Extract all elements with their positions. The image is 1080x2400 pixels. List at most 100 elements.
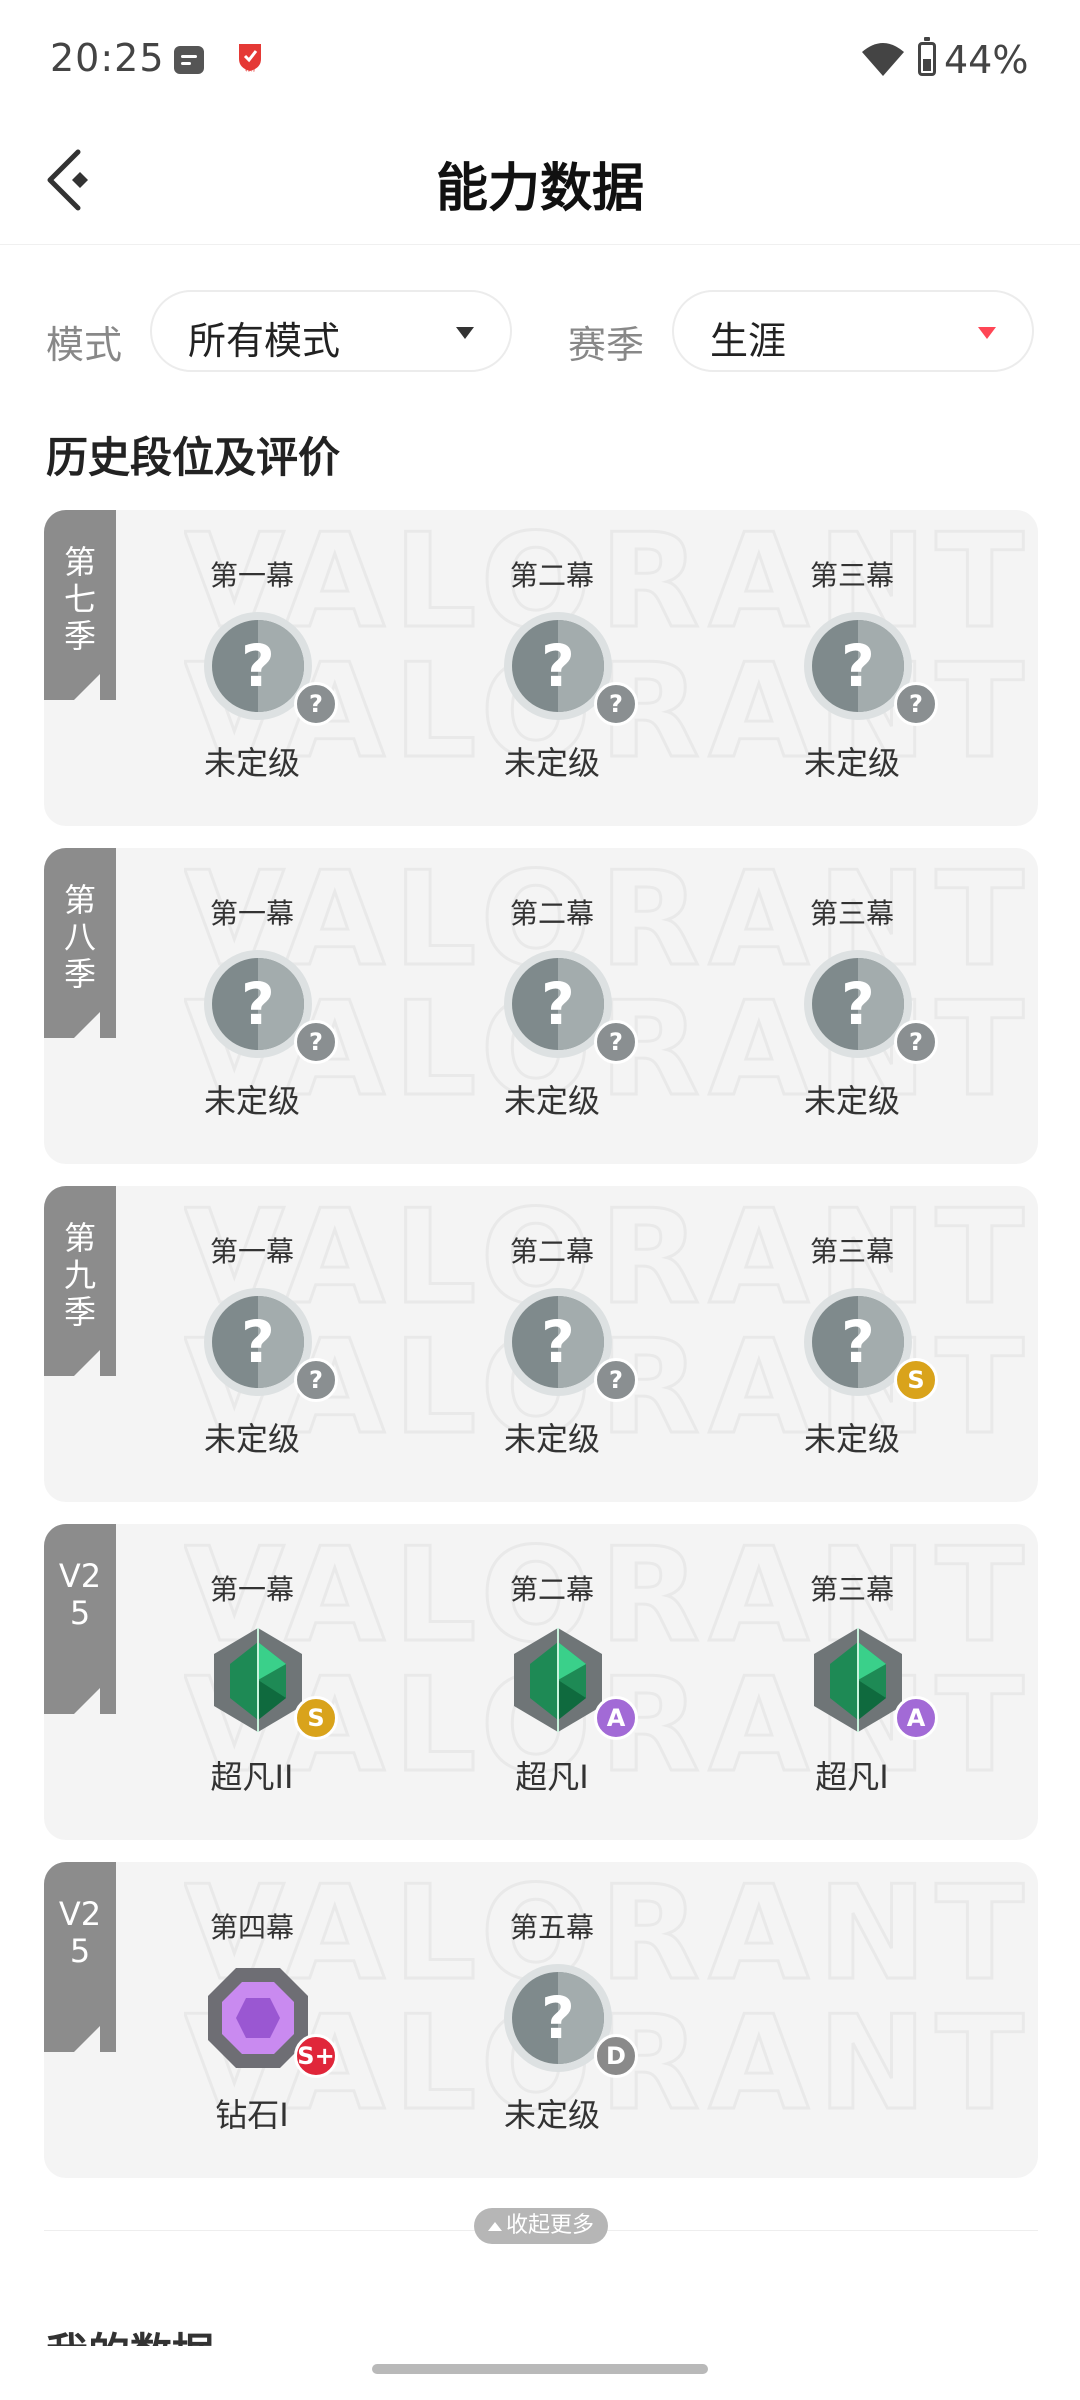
act-title: 第三幕 (809, 559, 894, 592)
season-tag: V25 (44, 1862, 116, 2052)
season-card: VALORANTVALORANTV25第一幕S超凡II第二幕A超凡I第三幕A超凡… (44, 1524, 1038, 1840)
act-rank-slot[interactable]: 第四幕 S+ 钻石I (122, 1862, 382, 2178)
act-title: 第四幕 (209, 1911, 294, 1944)
season-select[interactable]: 生涯 (672, 290, 1034, 372)
svg-text:?: ? (841, 632, 875, 700)
grade-badge: ? (594, 1020, 638, 1064)
filter-bar: 模式 所有模式 赛季 生涯 (0, 290, 1080, 380)
act-rank-slot[interactable]: 第三幕? S 未定级 (722, 1186, 982, 1502)
act-rank-slot[interactable]: 第二幕 A 超凡I (422, 1524, 682, 1840)
status-time: 20:25 (50, 36, 165, 80)
rank-label: 未定级 (503, 744, 600, 782)
collapse-more-button[interactable]: 收起更多 (474, 2208, 608, 2244)
rank-label: 未定级 (503, 1082, 600, 1120)
grade-badge: S (294, 1696, 338, 1740)
act-title: 第二幕 (509, 1235, 594, 1268)
act-rank-slot[interactable]: 第一幕?? 未定级 (122, 1186, 382, 1502)
grade-badge: S (894, 1358, 938, 1402)
grade-badge: ? (894, 1020, 938, 1064)
season-tag: 第九季 (44, 1186, 116, 1376)
season-card: VALORANTVALORANT第八季第一幕??未定级第二幕??未定级第三幕??… (44, 848, 1038, 1164)
act-rank-slot[interactable]: 第二幕?? 未定级 (422, 848, 682, 1164)
act-rank-slot[interactable]: 第二幕?? 未定级 (422, 510, 682, 826)
season-select-value: 生涯 (710, 319, 787, 363)
act-title: 第五幕 (509, 1911, 594, 1944)
grade-badge: ? (594, 1358, 638, 1402)
season-tag-label: V25 (58, 1557, 102, 1632)
status-bar: 20:25 韩韩 44% (0, 0, 1080, 120)
rank-label: 超凡I (515, 1758, 589, 1796)
grade-badge: A (594, 1696, 638, 1740)
season-tag-label: V25 (58, 1895, 102, 1970)
act-rank-slot[interactable]: 第五幕? D 未定级 (422, 1862, 682, 2178)
svg-text:?: ? (241, 632, 275, 700)
rank-label: 未定级 (803, 1082, 900, 1120)
act-title: 第一幕 (209, 1573, 294, 1606)
act-rank-slot[interactable]: 第三幕?? 未定级 (722, 848, 982, 1164)
chevron-down-icon (456, 327, 474, 339)
svg-text:?: ? (841, 1308, 875, 1376)
act-title: 第二幕 (509, 897, 594, 930)
act-rank-slot[interactable]: 第一幕 S 超凡II (122, 1524, 382, 1840)
act-title: 第二幕 (509, 559, 594, 592)
act-rank-slot[interactable]: 第一幕?? 未定级 (122, 848, 382, 1164)
rank-label: 钻石I (215, 2096, 289, 2134)
grade-badge: D (594, 2034, 638, 2078)
act-title: 第二幕 (509, 1573, 594, 1606)
battery-percentage: 44% (944, 38, 1029, 82)
home-indicator (372, 2364, 708, 2374)
grade-badge: ? (294, 1358, 338, 1402)
rank-label: 超凡II (210, 1758, 294, 1796)
rank-label: 未定级 (203, 1420, 300, 1458)
act-title: 第三幕 (809, 1573, 894, 1606)
mode-select-value: 所有模式 (188, 319, 341, 363)
svg-text:韩韩: 韩韩 (245, 66, 255, 72)
grade-badge: ? (594, 682, 638, 726)
app-notification-icon: 韩韩 (239, 44, 261, 72)
mode-filter-label: 模式 (46, 323, 123, 367)
rank-label: 未定级 (503, 1420, 600, 1458)
chevron-down-icon (978, 327, 996, 339)
act-title: 第三幕 (809, 897, 894, 930)
svg-text:?: ? (241, 970, 275, 1038)
rank-label: 未定级 (203, 744, 300, 782)
rank-label: 未定级 (203, 1082, 300, 1120)
season-tag: 第七季 (44, 510, 116, 700)
svg-text:?: ? (841, 970, 875, 1038)
grade-badge: S+ (294, 2034, 338, 2078)
message-notification-icon (174, 46, 204, 74)
caret-up-icon (487, 2222, 502, 2231)
act-title: 第三幕 (809, 1235, 894, 1268)
act-rank-slot[interactable]: 第二幕?? 未定级 (422, 1186, 682, 1502)
act-title: 第一幕 (209, 897, 294, 930)
rank-label: 未定级 (803, 1420, 900, 1458)
wifi-icon (862, 43, 904, 76)
rank-label: 超凡I (815, 1758, 889, 1796)
season-filter-label: 赛季 (568, 323, 645, 367)
season-tag: 第八季 (44, 848, 116, 1038)
season-card: VALORANTVALORANTV25第四幕S+钻石I第五幕?D未定级 (44, 1862, 1038, 2178)
grade-badge: ? (294, 682, 338, 726)
season-tag-label: 第九季 (63, 1219, 96, 1331)
rank-label: 未定级 (503, 2096, 600, 2134)
svg-text:?: ? (541, 1308, 575, 1376)
season-tag: V25 (44, 1524, 116, 1714)
rank-label: 未定级 (803, 744, 900, 782)
svg-text:?: ? (541, 970, 575, 1038)
svg-text:?: ? (541, 1984, 575, 2052)
act-rank-slot[interactable]: 第一幕?? 未定级 (122, 510, 382, 826)
act-rank-slot[interactable]: 第三幕?? 未定级 (722, 510, 982, 826)
header: 能力数据 (0, 120, 1080, 245)
act-rank-slot[interactable]: 第三幕 A 超凡I (722, 1524, 982, 1840)
act-title: 第一幕 (209, 559, 294, 592)
grade-badge: ? (894, 682, 938, 726)
grade-badge: ? (294, 1020, 338, 1064)
collapse-more-label: 收起更多 (505, 2213, 594, 2238)
next-section-title: 我的数据 (46, 2320, 214, 2346)
page-title: 能力数据 (435, 159, 644, 219)
mode-select[interactable]: 所有模式 (150, 290, 512, 372)
section-title: 历史段位及评价 (46, 433, 341, 482)
season-card: VALORANTVALORANT第九季第一幕??未定级第二幕??未定级第三幕?S… (44, 1186, 1038, 1502)
svg-text:?: ? (541, 632, 575, 700)
svg-text:?: ? (241, 1308, 275, 1376)
